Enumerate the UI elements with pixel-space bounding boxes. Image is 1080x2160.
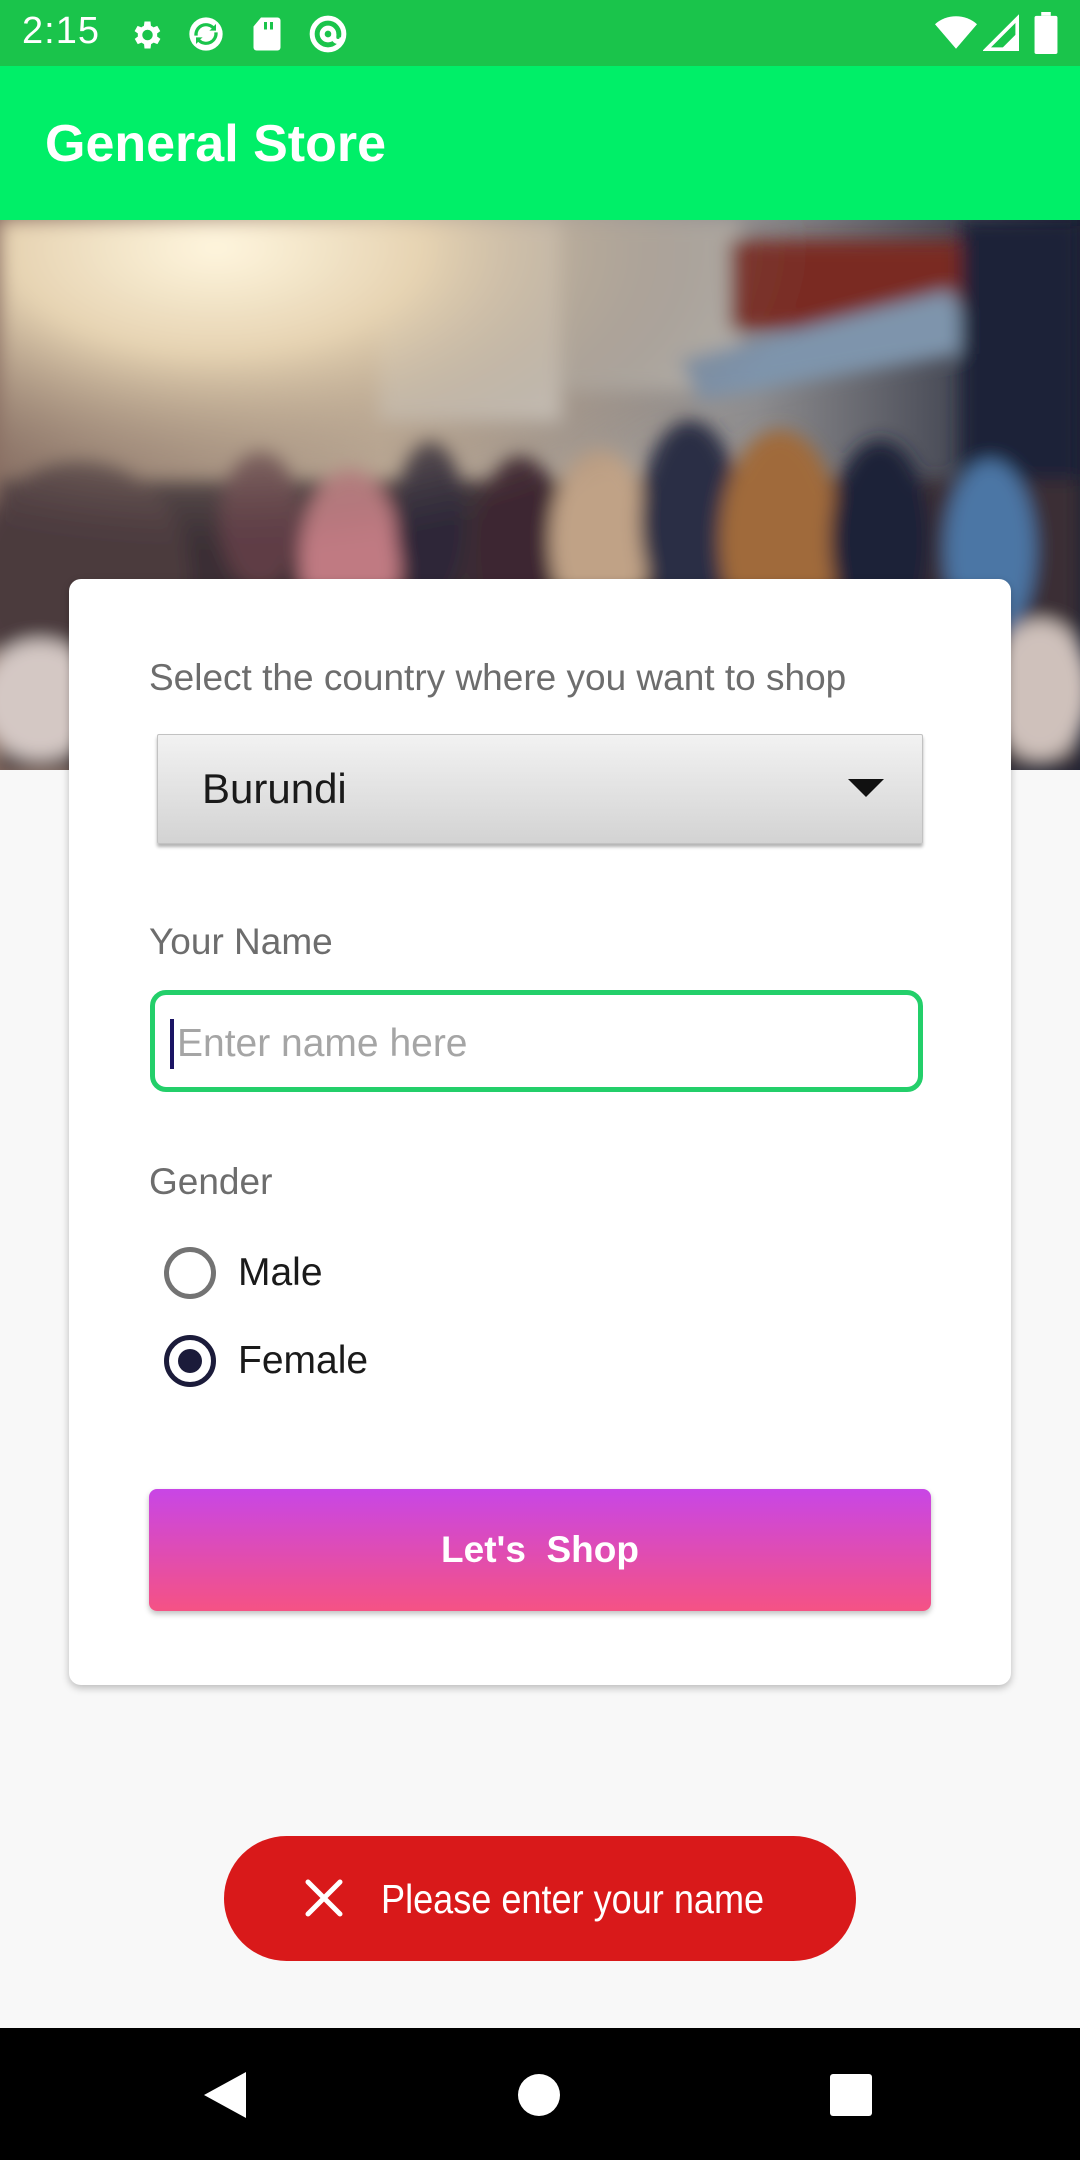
country-dropdown[interactable]: Burundi	[157, 734, 923, 844]
sd-card-icon	[253, 17, 281, 51]
name-input[interactable]: Enter name here	[150, 990, 923, 1092]
back-icon[interactable]	[204, 2072, 246, 2118]
country-label: Select the country where you want to sho…	[149, 657, 847, 698]
radio-male[interactable]	[164, 1247, 216, 1299]
navigation-bar	[0, 2028, 1080, 2160]
app-title: General Store	[45, 115, 387, 173]
recents-icon[interactable]	[830, 2074, 872, 2116]
country-selected-value: Burundi	[202, 765, 347, 812]
error-toast: Please enter your name	[224, 1836, 856, 1961]
gender-label: Gender	[149, 1161, 273, 1202]
wifi-icon	[935, 16, 977, 49]
at-sign-icon	[309, 15, 347, 53]
close-icon	[305, 1879, 343, 1917]
sync-icon	[189, 17, 223, 51]
text-caret	[170, 1019, 174, 1069]
battery-icon	[1034, 12, 1058, 54]
shop-form-card: Select the country where you want to sho…	[69, 579, 1011, 1685]
gear-icon	[134, 21, 161, 49]
status-bar: 2:15	[0, 0, 1080, 66]
toast-message: Please enter your name	[381, 1876, 765, 1922]
lets-shop-button[interactable]: Let's Shop	[149, 1489, 931, 1611]
radio-female-label[interactable]: Female	[238, 1339, 368, 1383]
status-time: 2:15	[22, 10, 100, 52]
name-placeholder: Enter name here	[177, 1022, 468, 1065]
radio-male-label[interactable]: Male	[238, 1251, 323, 1295]
name-label: Your Name	[149, 921, 333, 962]
dropdown-arrow-icon	[848, 779, 884, 797]
radio-female[interactable]	[164, 1335, 216, 1387]
app-bar: General Store	[0, 66, 1080, 220]
home-icon[interactable]	[518, 2074, 560, 2116]
cell-signal-icon	[983, 14, 1019, 51]
